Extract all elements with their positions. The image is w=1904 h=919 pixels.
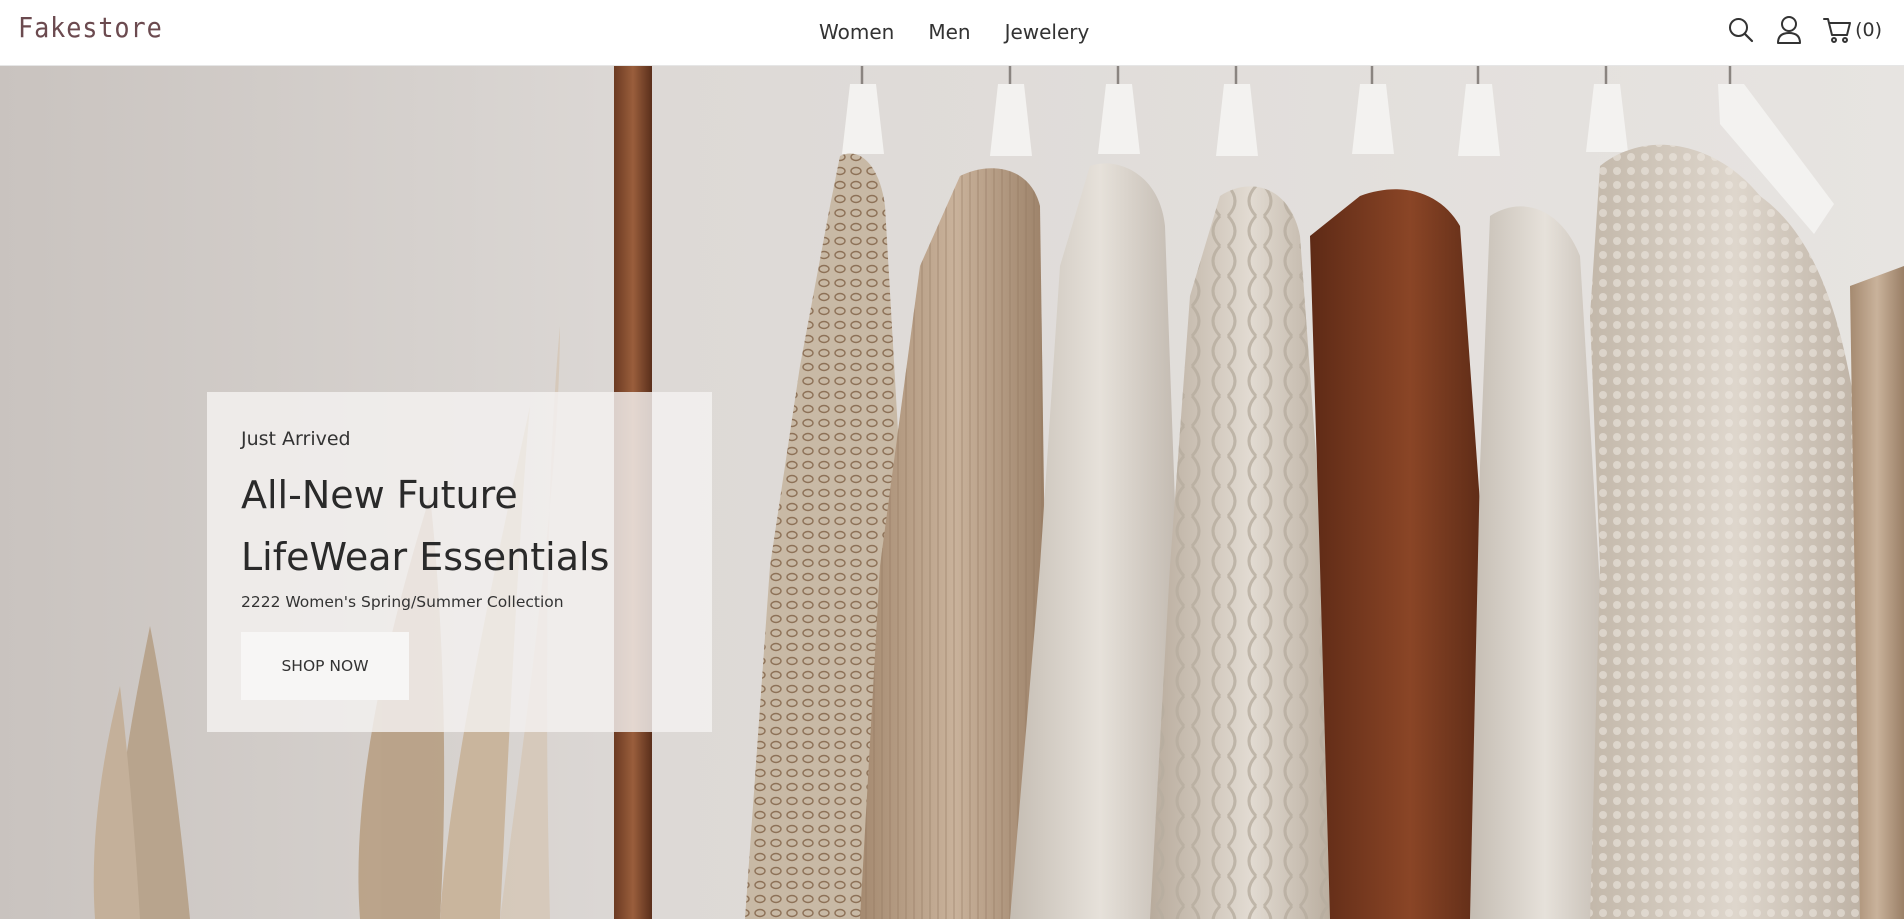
cart-icon <box>1823 18 1852 43</box>
user-icon[interactable] <box>1775 15 1803 45</box>
nav-link-jewelery[interactable]: Jewelery <box>1005 20 1090 44</box>
main-nav: Women Men Jewelery <box>819 20 1089 44</box>
cart-button[interactable]: (0) <box>1823 15 1882 45</box>
site-header: Fakestore Women Men Jewelery (0) <box>0 0 1904 66</box>
hero-subtitle: 2222 Women's Spring/Summer Collection <box>241 593 564 611</box>
hero-banner: Just Arrived All-New Future LifeWear Ess… <box>0 66 1904 919</box>
hero-headline: All-New Future LifeWear Essentials <box>241 473 610 579</box>
cart-count: (0) <box>1855 19 1882 41</box>
nav-link-men[interactable]: Men <box>928 20 970 44</box>
nav-link-women[interactable]: Women <box>819 20 894 44</box>
shop-now-button[interactable]: SHOP NOW <box>241 632 409 700</box>
hero-eyebrow: Just Arrived <box>241 428 351 450</box>
header-actions: (0) <box>1727 15 1882 45</box>
search-icon[interactable] <box>1727 16 1755 44</box>
brand-logo[interactable]: Fakestore <box>18 11 163 44</box>
hero-promo-box: Just Arrived All-New Future LifeWear Ess… <box>207 392 712 732</box>
